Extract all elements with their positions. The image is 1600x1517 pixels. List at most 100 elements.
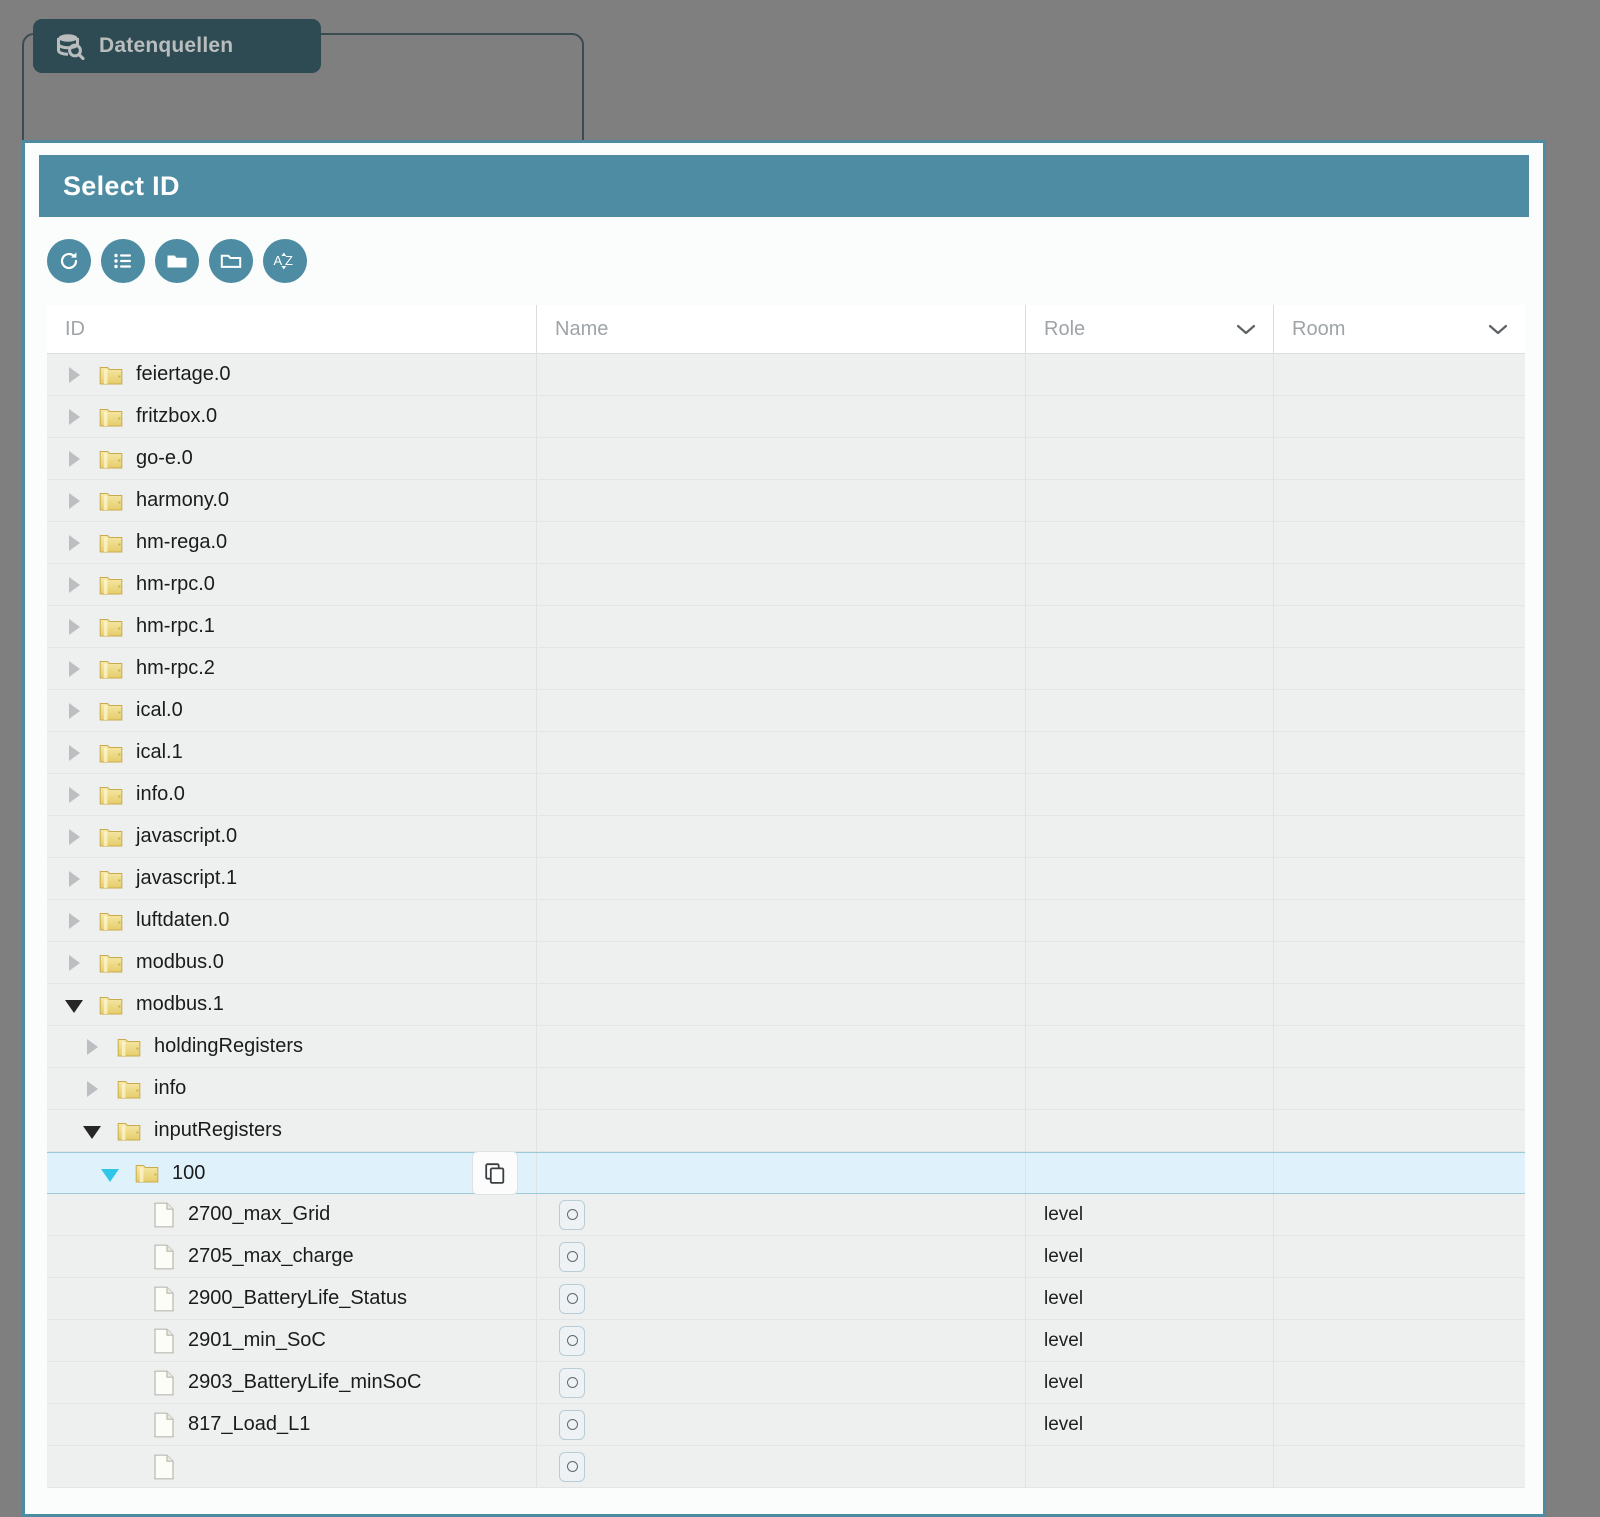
database-search-icon	[55, 32, 85, 60]
folder-icon	[99, 450, 123, 468]
row-id-label: go-e.0	[136, 447, 193, 469]
table-row[interactable]: inputRegisters	[47, 1110, 1525, 1152]
table-row[interactable]	[47, 1446, 1525, 1488]
table-row[interactable]: feiertage.0	[47, 354, 1525, 396]
table-row[interactable]: go-e.0	[47, 438, 1525, 480]
table-row[interactable]: 2901_min_SoC level	[47, 1320, 1525, 1362]
expand-triangle-icon[interactable]	[61, 396, 87, 437]
state-value-button[interactable]	[559, 1367, 585, 1398]
expand-triangle-icon[interactable]	[61, 606, 87, 647]
refresh-button[interactable]	[47, 239, 91, 283]
datenquellen-tab-label: Datenquellen	[99, 34, 234, 57]
expand-triangle-icon[interactable]	[61, 438, 87, 479]
folder-icon	[135, 1165, 159, 1183]
expand-triangle-icon[interactable]	[61, 816, 87, 857]
expand-all-button[interactable]	[155, 239, 199, 283]
table-row[interactable]: javascript.0	[47, 816, 1525, 858]
row-id-label: harmony.0	[136, 489, 230, 511]
table-row[interactable]: 2900_BatteryLife_Status level	[47, 1278, 1525, 1320]
expand-triangle-icon[interactable]	[61, 732, 87, 773]
filter-select-role[interactable]: Role	[1025, 305, 1273, 353]
table-row[interactable]: info.0	[47, 774, 1525, 816]
cell-id: luftdaten.0	[47, 900, 536, 941]
table-row[interactable]: hm-rpc.2	[47, 648, 1525, 690]
table-row[interactable]: 817_Load_L1 level	[47, 1404, 1525, 1446]
expand-triangle-icon[interactable]	[61, 564, 87, 605]
expand-triangle-icon[interactable]	[61, 774, 87, 815]
folder-icon	[99, 408, 123, 426]
cell-id: ical.0	[47, 690, 536, 731]
cell-role	[1025, 816, 1273, 857]
cell-id: hm-rpc.2	[47, 648, 536, 689]
cell-name	[536, 354, 1025, 395]
cell-role	[1025, 942, 1273, 983]
state-value-button[interactable]	[559, 1451, 585, 1482]
table-row[interactable]: hm-rpc.1	[47, 606, 1525, 648]
expand-triangle-icon[interactable]	[61, 354, 87, 395]
cell-name	[536, 1278, 1025, 1319]
state-value-button[interactable]	[559, 1325, 585, 1356]
table-row[interactable]: luftdaten.0	[47, 900, 1525, 942]
folder-icon	[99, 490, 123, 512]
cell-name	[536, 1320, 1025, 1361]
cell-room	[1273, 354, 1525, 395]
object-tree[interactable]: feiertage.0 fritzbox.0 go-e.0 harmony.0 …	[47, 353, 1525, 1505]
cell-id: info.0	[47, 774, 536, 815]
table-row[interactable]: 2903_BatteryLife_minSoC level	[47, 1362, 1525, 1404]
table-row[interactable]: ical.0	[47, 690, 1525, 732]
collapse-triangle-icon[interactable]	[79, 1110, 105, 1151]
folder-outline-icon	[220, 254, 242, 268]
list-view-button[interactable]	[101, 239, 145, 283]
expand-triangle-icon[interactable]	[61, 522, 87, 563]
table-row[interactable]: info	[47, 1068, 1525, 1110]
expand-triangle-icon[interactable]	[61, 942, 87, 983]
expand-triangle-icon[interactable]	[79, 1026, 105, 1067]
table-row[interactable]: fritzbox.0	[47, 396, 1525, 438]
table-row[interactable]: 100	[47, 1151, 1525, 1195]
filter-input-id[interactable]: ID	[47, 305, 536, 353]
sort-az-button[interactable]: A Z	[263, 239, 307, 283]
table-row[interactable]: modbus.1	[47, 984, 1525, 1026]
state-value-button[interactable]	[559, 1409, 585, 1440]
table-row[interactable]: 2705_max_charge level	[47, 1236, 1525, 1278]
state-value-button[interactable]	[559, 1199, 585, 1230]
table-row[interactable]: hm-rpc.0	[47, 564, 1525, 606]
expand-triangle-icon[interactable]	[61, 690, 87, 731]
cell-name	[536, 438, 1025, 479]
column-label-name: Name	[555, 317, 609, 340]
expand-triangle-icon[interactable]	[61, 480, 87, 521]
chevron-down-icon	[1236, 324, 1256, 335]
row-id-label: 2903_BatteryLife_minSoC	[188, 1371, 422, 1393]
state-value-button[interactable]	[559, 1241, 585, 1272]
table-row[interactable]: modbus.0	[47, 942, 1525, 984]
expand-triangle-icon[interactable]	[79, 1068, 105, 1109]
cell-role	[1025, 354, 1273, 395]
table-row[interactable]: ical.1	[47, 732, 1525, 774]
collapse-triangle-icon[interactable]	[61, 984, 87, 1025]
cell-name	[536, 1404, 1025, 1445]
collapse-triangle-icon[interactable]	[97, 1153, 123, 1193]
expand-triangle-icon[interactable]	[61, 648, 87, 689]
cell-role	[1025, 1446, 1273, 1487]
cell-id: go-e.0	[47, 438, 536, 479]
table-row[interactable]: 2700_max_Grid level	[47, 1194, 1525, 1236]
expand-triangle-icon[interactable]	[61, 900, 87, 941]
state-value-button[interactable]	[559, 1283, 585, 1314]
cell-role	[1025, 1110, 1273, 1151]
cell-name	[536, 942, 1025, 983]
row-id-label: feiertage.0	[136, 363, 231, 385]
table-row[interactable]: harmony.0	[47, 480, 1525, 522]
cell-id: 2705_max_charge	[47, 1236, 536, 1277]
expand-triangle-icon[interactable]	[61, 858, 87, 899]
table-row[interactable]: javascript.1	[47, 858, 1525, 900]
cell-room	[1273, 816, 1525, 857]
table-row[interactable]: hm-rega.0	[47, 522, 1525, 564]
filter-input-name[interactable]: Name	[536, 305, 1025, 353]
table-row[interactable]: holdingRegisters	[47, 1026, 1525, 1068]
copy-id-button[interactable]	[472, 1151, 518, 1195]
datenquellen-tab[interactable]: Datenquellen	[33, 19, 321, 73]
collapse-all-button[interactable]	[209, 239, 253, 283]
filter-select-room[interactable]: Room	[1273, 305, 1525, 353]
